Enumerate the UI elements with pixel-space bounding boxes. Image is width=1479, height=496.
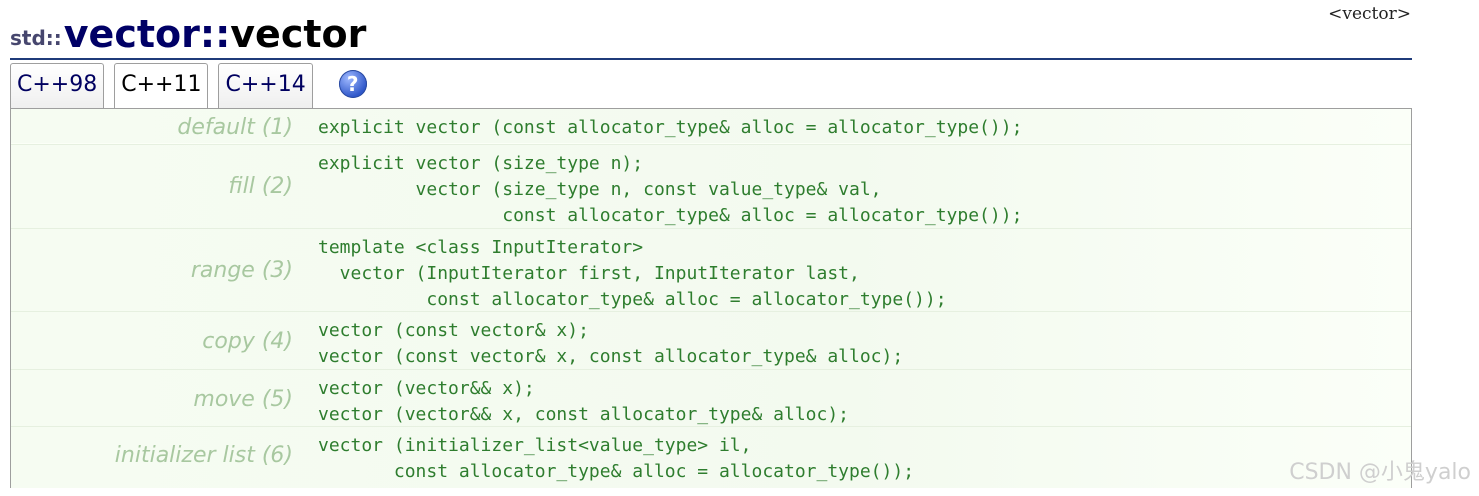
- constructor-row-copy: copy (4) vector (const vector& x); vecto…: [11, 311, 1411, 369]
- page-title: std:: vector :: vector: [10, 4, 366, 56]
- constructor-code: explicit vector (const allocator_type& a…: [318, 117, 1023, 138]
- constructor-code: vector (vector&& x); vector (vector&& x,…: [318, 378, 850, 425]
- constructor-label: range (3): [190, 258, 293, 283]
- header-link-vector[interactable]: <vector>: [1328, 4, 1411, 24]
- standard-version-tabs: C++98 C++11 C++14 ?: [10, 63, 367, 110]
- constructor-label: move (5): [193, 387, 293, 412]
- constructor-row-default: default (1) explicit vector (const alloc…: [11, 109, 1411, 143]
- constructor-code: vector (initializer_list<value_type> il,…: [318, 435, 915, 482]
- constructor-label: initializer list (6): [114, 443, 293, 468]
- watermark: CSDN @小鬼yalo: [1289, 460, 1471, 485]
- title-namespace: std::: [10, 26, 62, 50]
- constructor-label: copy (4): [202, 329, 293, 354]
- constructor-label: fill (2): [228, 174, 293, 199]
- constructor-row-fill: fill (2) explicit vector (size_type n); …: [11, 144, 1411, 228]
- constructor-label: default (1): [177, 115, 293, 140]
- constructor-code: explicit vector (size_type n); vector (s…: [318, 153, 1023, 226]
- constructor-code: vector (const vector& x); vector (const …: [318, 320, 904, 367]
- title-divider: [10, 58, 1412, 60]
- title-class: vector: [63, 12, 200, 56]
- constructor-row-range: range (3) template <class InputIterator>…: [11, 228, 1411, 311]
- tab-cpp98[interactable]: C++98: [10, 63, 105, 108]
- help-icon[interactable]: ?: [338, 70, 367, 98]
- constructor-row-move: move (5) vector (vector&& x); vector (ve…: [11, 369, 1411, 426]
- title-separator: ::: [199, 12, 231, 56]
- tab-cpp11[interactable]: C++11: [114, 63, 209, 110]
- constructor-row-initializer-list: initializer list (6) vector (initializer…: [11, 426, 1411, 488]
- title-function: vector: [230, 12, 367, 56]
- tab-cpp14[interactable]: C++14: [218, 63, 313, 108]
- constructor-code: template <class InputIterator> vector (I…: [318, 237, 947, 310]
- constructors-panel: default (1) explicit vector (const alloc…: [10, 108, 1412, 488]
